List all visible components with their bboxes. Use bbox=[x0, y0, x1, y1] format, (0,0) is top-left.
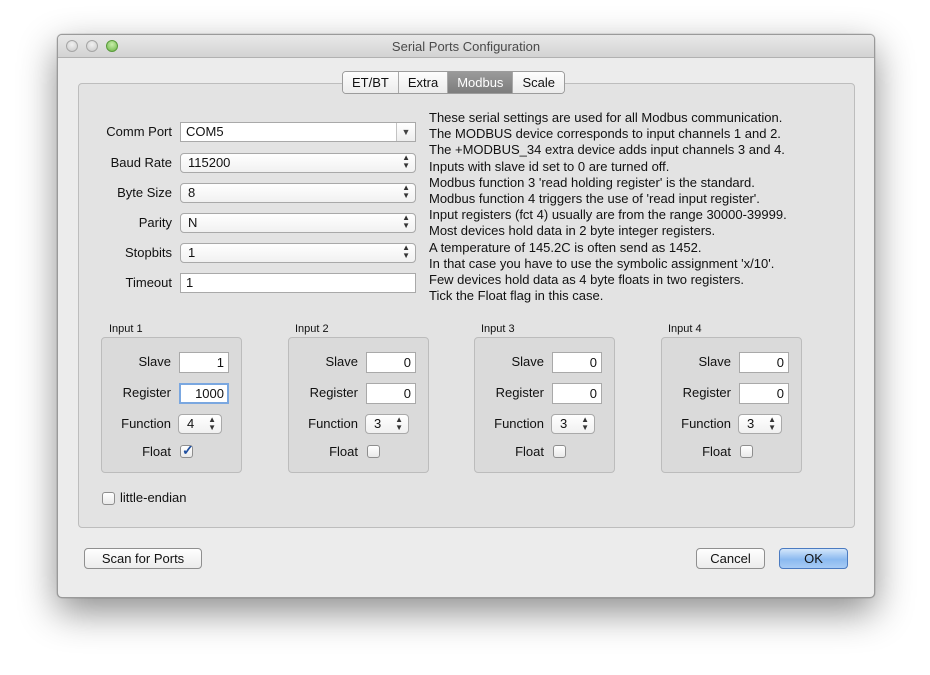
input-3-float-checkbox[interactable] bbox=[553, 445, 566, 458]
input-2-group: Slave 0 Register 0 Function 3 ▲ ▼ Float bbox=[288, 337, 429, 473]
float-label: Float bbox=[702, 444, 731, 459]
input-1-function-value: 4 bbox=[187, 416, 195, 431]
input-2-title: Input 2 bbox=[295, 323, 329, 335]
parity-value: N bbox=[188, 215, 198, 230]
tab-modbus[interactable]: Modbus bbox=[448, 72, 514, 93]
input-4-slave-field[interactable]: 0 bbox=[739, 352, 789, 373]
slave-label: Slave bbox=[325, 354, 358, 369]
little-endian-label[interactable]: little-endian bbox=[120, 490, 187, 505]
byte-size-select[interactable]: 8 ▲ ▼ bbox=[180, 183, 416, 203]
chevron-down-icon[interactable]: ▼ bbox=[396, 123, 415, 141]
updown-arrows-icon: ▲ ▼ bbox=[402, 243, 410, 260]
comm-port-value: COM5 bbox=[186, 124, 224, 139]
dialog-window: Serial Ports Configuration ET/BT Extra M… bbox=[57, 34, 875, 598]
cancel-button[interactable]: Cancel bbox=[696, 548, 765, 569]
input-4-title: Input 4 bbox=[668, 323, 702, 335]
input-4-float-checkbox[interactable] bbox=[740, 445, 753, 458]
stopbits-label: Stopbits bbox=[125, 245, 172, 260]
input-4-function-select[interactable]: 3 ▲ ▼ bbox=[738, 414, 782, 434]
help-line: Most devices hold data in 2 byte integer… bbox=[429, 223, 716, 239]
tab-scale[interactable]: Scale bbox=[513, 72, 564, 93]
updown-arrows-icon: ▲ ▼ bbox=[208, 415, 216, 432]
updown-arrows-icon: ▲ ▼ bbox=[402, 153, 410, 170]
parity-select[interactable]: N ▲ ▼ bbox=[180, 213, 416, 233]
input-1-function-select[interactable]: 4 ▲ ▼ bbox=[178, 414, 222, 434]
little-endian-checkbox[interactable] bbox=[102, 492, 115, 505]
stopbits-select[interactable]: 1 ▲ ▼ bbox=[180, 243, 416, 263]
input-3-slave-field[interactable]: 0 bbox=[552, 352, 602, 373]
updown-arrows-icon: ▲ ▼ bbox=[768, 415, 776, 432]
float-label: Float bbox=[515, 444, 544, 459]
baud-rate-label: Baud Rate bbox=[110, 155, 172, 170]
parity-label: Parity bbox=[138, 215, 172, 230]
baud-rate-select[interactable]: 115200 ▲ ▼ bbox=[180, 153, 416, 173]
float-label: Float bbox=[329, 444, 358, 459]
input-1-float-checkbox[interactable]: ✓ bbox=[180, 442, 194, 458]
title-bar[interactable]: Serial Ports Configuration bbox=[58, 35, 874, 58]
stopbits-value: 1 bbox=[188, 245, 196, 260]
comm-port-combobox[interactable]: COM5 ▼ bbox=[180, 122, 416, 142]
updown-arrows-icon: ▲ ▼ bbox=[395, 415, 403, 432]
input-2-function-select[interactable]: 3 ▲ ▼ bbox=[365, 414, 409, 434]
help-line: A temperature of 145.2C is often send as… bbox=[429, 239, 702, 255]
function-label: Function bbox=[308, 416, 358, 431]
input-3-title: Input 3 bbox=[481, 323, 515, 335]
help-line: Tick the Float flag in this case. bbox=[429, 288, 604, 304]
input-2-register-field[interactable]: 0 bbox=[366, 383, 416, 404]
register-label: Register bbox=[122, 385, 171, 400]
timeout-label: Timeout bbox=[125, 275, 172, 290]
checkmark-icon: ✓ bbox=[182, 442, 194, 458]
input-1-group: Slave 1 Register 1000 Function 4 ▲ ▼ Floa… bbox=[101, 337, 242, 473]
timeout-input[interactable]: 1 bbox=[180, 273, 416, 293]
function-label: Function bbox=[121, 416, 171, 431]
input-2-function-value: 3 bbox=[374, 416, 382, 431]
help-line: These serial settings are used for all M… bbox=[429, 110, 783, 125]
help-line: Few devices hold data as 4 byte floats i… bbox=[429, 272, 745, 288]
function-label: Function bbox=[681, 416, 731, 431]
help-line: Inputs with slave id set to 0 are turned… bbox=[429, 158, 670, 174]
help-line: Modbus function 4 triggers the use of 'r… bbox=[429, 191, 760, 207]
help-line: The MODBUS device corresponds to input c… bbox=[429, 126, 781, 142]
updown-arrows-icon: ▲ ▼ bbox=[402, 183, 410, 200]
input-4-group: Slave 0 Register 0 Function 3 ▲ ▼ Float bbox=[661, 337, 802, 473]
help-line: In that case you have to use the symboli… bbox=[429, 255, 775, 271]
modbus-tab-panel: Comm Port COM5 ▼ Baud Rate 115200 ▲ ▼ Byt… bbox=[78, 83, 855, 528]
slave-label: Slave bbox=[511, 354, 544, 369]
help-line: Modbus function 3 'read holding register… bbox=[429, 174, 755, 190]
updown-arrows-icon: ▲ ▼ bbox=[402, 213, 410, 230]
input-3-register-field[interactable]: 0 bbox=[552, 383, 602, 404]
baud-rate-value: 115200 bbox=[188, 155, 231, 170]
tab-etbt[interactable]: ET/BT bbox=[343, 72, 399, 93]
slave-label: Slave bbox=[138, 354, 171, 369]
input-3-group: Slave 0 Register 0 Function 3 ▲ ▼ Float bbox=[474, 337, 615, 473]
register-label: Register bbox=[309, 385, 358, 400]
input-1-slave-field[interactable]: 1 bbox=[179, 352, 229, 373]
tab-bar: ET/BT Extra Modbus Scale bbox=[342, 71, 565, 94]
byte-size-label: Byte Size bbox=[117, 185, 172, 200]
tab-extra[interactable]: Extra bbox=[398, 72, 449, 93]
scan-for-ports-button[interactable]: Scan for Ports bbox=[84, 548, 202, 569]
input-4-function-value: 3 bbox=[747, 416, 755, 431]
input-3-function-select[interactable]: 3 ▲ ▼ bbox=[551, 414, 595, 434]
modbus-help-text: These serial settings are used for all M… bbox=[429, 110, 849, 304]
comm-port-label: Comm Port bbox=[106, 124, 172, 139]
input-3-function-value: 3 bbox=[560, 416, 568, 431]
updown-arrows-icon: ▲ ▼ bbox=[581, 415, 589, 432]
float-label: Float bbox=[142, 444, 171, 459]
ok-button[interactable]: OK bbox=[779, 548, 848, 569]
input-1-title: Input 1 bbox=[109, 323, 143, 335]
input-2-float-checkbox[interactable] bbox=[367, 445, 380, 458]
slave-label: Slave bbox=[698, 354, 731, 369]
window-title: Serial Ports Configuration bbox=[391, 39, 541, 54]
help-line: The +MODBUS_34 extra device adds input c… bbox=[429, 142, 785, 158]
input-2-slave-field[interactable]: 0 bbox=[366, 352, 416, 373]
register-label: Register bbox=[682, 385, 731, 400]
register-label: Register bbox=[495, 385, 544, 400]
help-line: Input registers (fct 4) usually are from… bbox=[429, 207, 787, 223]
input-1-register-field[interactable]: 1000 bbox=[179, 383, 229, 404]
function-label: Function bbox=[494, 416, 544, 431]
input-4-register-field[interactable]: 0 bbox=[739, 383, 789, 404]
byte-size-value: 8 bbox=[188, 185, 196, 200]
